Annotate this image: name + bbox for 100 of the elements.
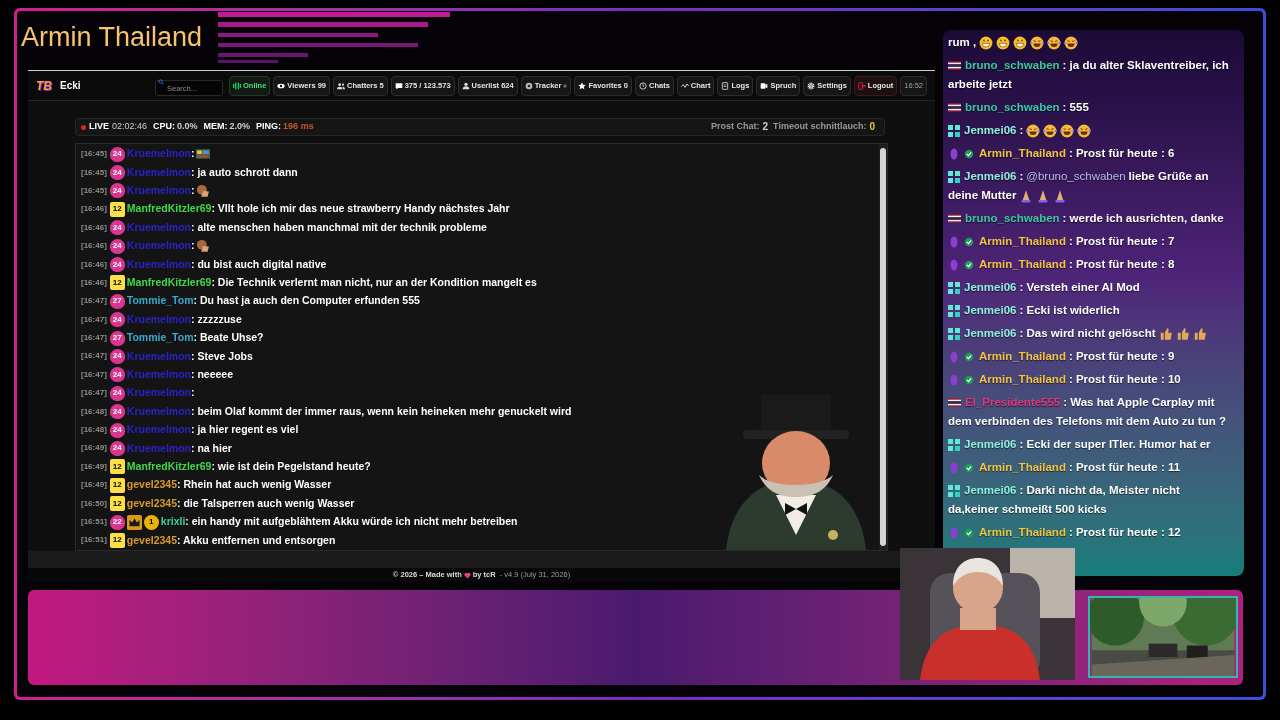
message-text: : Prost für heute : 10 — [1068, 372, 1181, 387]
message-text: : beim Olaf kommt der immer raus, wenn kein heineken mehr genuckelt wird — [191, 403, 572, 419]
counter-label: Timeout schnittlauch: — [773, 120, 867, 134]
message-text: : Prost für heute : 8 — [1068, 257, 1175, 272]
sub-badge: 24 — [109, 422, 125, 438]
timestamp: [16:46] — [81, 221, 107, 234]
message-text: : — [191, 238, 195, 254]
grinning-emoji-icon — [1013, 35, 1028, 50]
grid-badge-icon — [948, 438, 960, 451]
message-text: da,keiner schmeißt 500 kicks — [948, 502, 1107, 517]
username: bruno_schwaben — [965, 58, 1060, 73]
check-badge-icon — [964, 236, 974, 247]
message-text: : Vllt hole ich mir das neue strawberry Handy nächstes Jahr — [211, 201, 510, 217]
username: El_Presidente555 — [965, 395, 1061, 410]
username: Armin_Thailand — [979, 146, 1066, 161]
timestamp: [16:48] — [81, 424, 107, 437]
message-text: : Darki nicht da, Meister nicht — [1019, 483, 1180, 498]
grinning-emoji-icon — [996, 35, 1011, 50]
message-text: : — [1019, 123, 1024, 138]
stat-label: CPU: — [153, 120, 176, 134]
username: Jenmei06 — [964, 303, 1017, 318]
grid-badge-icon — [948, 281, 960, 294]
app-logo[interactable]: TB — [36, 79, 52, 92]
timestamp: [16:47] — [81, 387, 107, 400]
level-badge: 12 — [109, 459, 125, 475]
counter-value: 2 — [761, 121, 770, 133]
message-text: : Ecki der super ITler. Humor hat er — [1019, 437, 1211, 452]
timestamp: [16:47] — [81, 332, 107, 345]
message-text: arbeite jetzt — [948, 77, 1012, 92]
flag-icon — [948, 398, 961, 407]
message-text: : Steve Jobs — [191, 348, 253, 364]
check-badge-icon — [964, 462, 974, 473]
grid-badge-icon — [948, 170, 960, 183]
username: Armin_Thailand — [979, 525, 1066, 540]
live-label: LIVE — [89, 120, 109, 134]
username: gevel2345 — [126, 477, 177, 493]
message-text: : Du hast ja auch den Computer erfunden 555 — [193, 293, 420, 309]
message-text: dem verbinden des Telefons mit dem Auto zu tun ? — [948, 414, 1226, 429]
message-text: : Prost für heute : 11 — [1068, 460, 1181, 475]
laughing-emoji-icon — [1030, 35, 1045, 50]
sub-badge: 22 — [109, 514, 125, 530]
check-badge-icon — [964, 527, 974, 538]
username: Kruemelmon — [126, 311, 191, 327]
stat-label: PING: — [256, 120, 282, 134]
level-badge: 12 — [109, 532, 125, 548]
timestamp: [16:49] — [81, 442, 107, 455]
laughing-emoji-icon — [1060, 123, 1075, 138]
thumbs-up-icon — [1192, 326, 1207, 341]
message-text: : Ecki ist widerlich — [1019, 303, 1120, 318]
status-dot-icon — [563, 83, 568, 88]
gem-icon — [948, 147, 960, 160]
username: Kruemelmon — [126, 348, 191, 364]
message-text: : ja hier regent es viel — [191, 422, 299, 438]
message-text: : Prost für heute : 6 — [1068, 146, 1175, 161]
username: Jenmei06 — [964, 169, 1017, 184]
thumbs-up-icon — [1158, 326, 1173, 341]
level-badge: 12 — [109, 275, 125, 291]
level-badge: 12 — [109, 477, 125, 493]
username: Kruemelmon — [126, 238, 191, 254]
sub-badge: 24 — [109, 257, 125, 273]
laughing-emoji-icon — [1047, 35, 1062, 50]
timestamp: [16:47] — [81, 350, 107, 363]
message-text: : zzzzzuse — [191, 311, 242, 327]
timestamp: [16:45] — [81, 148, 107, 161]
timestamp: [16:45] — [81, 166, 107, 179]
username: Armin_Thailand — [979, 234, 1066, 249]
message-text: : — [191, 385, 195, 401]
message-text: : 555 — [1062, 100, 1089, 115]
counter-label: Prost Chat: — [711, 120, 760, 134]
check-badge-icon — [964, 351, 974, 362]
username: Jenmei06 — [964, 280, 1017, 295]
check-badge-icon — [964, 259, 974, 270]
username: Kruemelmon — [126, 385, 191, 401]
username: Kruemelmon — [126, 440, 191, 456]
message-text: : Prost für heute : 9 — [1068, 349, 1175, 364]
message-text: : Die Technik verlernt man nicht, nur an der Kondition mangelt es — [211, 275, 537, 291]
grid-badge-icon — [948, 304, 960, 317]
scrollbar-thumb[interactable] — [880, 148, 886, 546]
gem-icon — [948, 258, 960, 271]
username: gevel2345 — [126, 532, 177, 548]
username: Jenmei06 — [964, 123, 1017, 138]
message-text: : — [191, 146, 195, 162]
username: Kruemelmon — [126, 256, 191, 272]
message-text: : Das wird nicht gelöscht — [1019, 326, 1156, 341]
username: bruno_schwaben — [965, 100, 1060, 115]
flag-icon — [948, 103, 961, 112]
live-dot-icon — [81, 124, 86, 130]
rank-badge: 1 — [143, 514, 159, 530]
sub-badge: 24 — [109, 440, 125, 456]
check-badge-icon — [964, 374, 974, 385]
username: bruno_schwaben — [965, 211, 1060, 226]
sub-badge: 24 — [109, 312, 125, 328]
timestamp: [16:46] — [81, 240, 107, 253]
message-text: : Rhein hat auch wenig Wasser — [177, 477, 332, 493]
sub-badge: 24 — [109, 404, 125, 420]
message-text: liebe Grüße an — [1128, 169, 1209, 184]
mention-link[interactable]: @bruno_schwaben — [1026, 167, 1126, 186]
timestamp: [16:51] — [81, 534, 107, 547]
laughing-emoji-icon — [1043, 123, 1058, 138]
message-text: : die Talsperren auch wenig Wasser — [177, 495, 355, 511]
